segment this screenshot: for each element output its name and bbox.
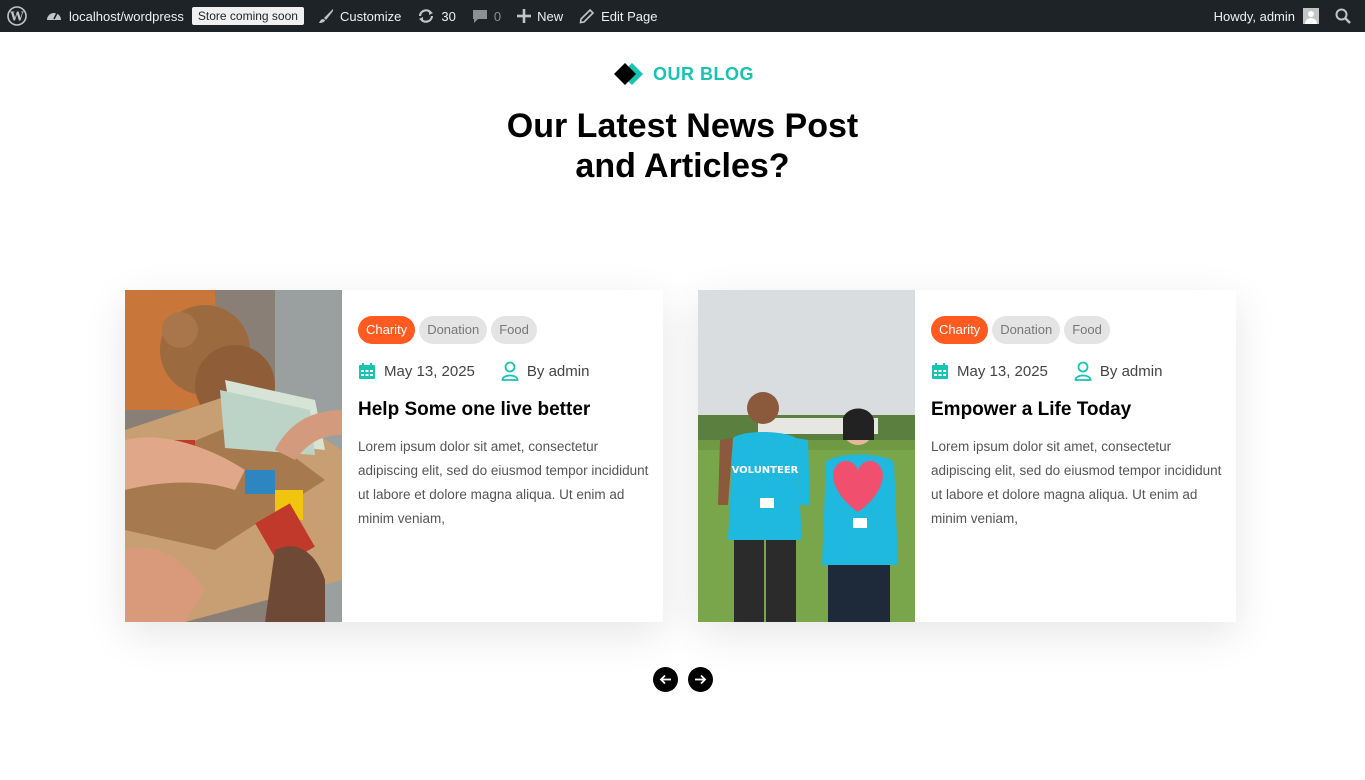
post-image-volunteers[interactable]: VOLUNTEER [698,290,915,622]
heading-line-2: and Articles? [575,147,790,185]
store-coming-soon-badge[interactable]: Store coming soon [191,7,304,25]
post-meta: May 13, 2025 By admin [358,361,650,381]
blog-card[interactable]: Charity Donation Food May 13, 2025 By ad… [125,290,663,622]
new-label: New [537,8,564,24]
arrow-left-icon [659,674,671,685]
post-date[interactable]: May 13, 2025 [358,362,475,380]
card-body: Charity Donation Food May 13, 2025 By ad… [342,290,666,622]
svg-text:W: W [9,10,24,24]
post-excerpt: Lorem ipsum dolor sit amet, consectetur … [931,439,1222,526]
next-button[interactable] [688,667,713,692]
calendar-icon [359,363,375,379]
comments-count: 0 [493,8,502,24]
customize-label: Customize [339,8,402,24]
updates-link[interactable]: 30 [409,0,463,32]
new-content-link[interactable]: New [509,0,571,32]
slider-nav [653,667,713,692]
avatar [1303,8,1319,24]
prev-button[interactable] [653,667,678,692]
comments-link[interactable]: 0 [464,0,509,32]
post-date-text: May 13, 2025 [384,362,475,380]
comment-icon [472,10,487,23]
post-excerpt: Lorem ipsum dolor sit amet, consectetur … [358,439,649,526]
site-name: localhost/wordpress [69,8,184,24]
wordpress-logo-button[interactable]: W [0,0,37,32]
post-author[interactable]: By admin [1074,361,1163,381]
edit-page-link[interactable]: Edit Page [571,0,665,32]
admin-search-button[interactable] [1327,0,1365,32]
post-date[interactable]: May 13, 2025 [931,362,1048,380]
updates-icon [419,9,434,23]
tag-food[interactable]: Food [1064,316,1110,344]
heading-line-1: Our Latest News Post [506,107,859,145]
post-author-text: By admin [1099,362,1163,380]
tag-list: Charity Donation Food [931,316,1223,344]
tag-charity[interactable]: Charity [931,316,989,344]
tag-charity[interactable]: Charity [358,316,416,344]
account-menu[interactable]: Howdy, admin [1206,0,1327,32]
tag-donation[interactable]: Donation [992,316,1061,344]
card-body: Charity Donation Food May 13, 2025 By ad… [915,290,1239,622]
user-icon [501,361,519,381]
post-title[interactable]: Empower a Life Today [931,399,1223,421]
tag-list: Charity Donation Food [358,316,650,344]
calendar-icon [932,363,948,379]
howdy-label: Howdy, admin [1213,8,1295,24]
dashboard-icon [47,12,61,20]
tag-food[interactable]: Food [491,316,537,344]
pencil-icon [579,8,595,24]
edit-page-label: Edit Page [601,8,658,24]
tag-donation[interactable]: Donation [419,316,488,344]
updates-count: 30 [441,8,456,24]
section-eyebrow: OUR BLOG [0,59,1365,89]
post-date-text: May 13, 2025 [957,362,1048,380]
site-name-link[interactable]: localhost/wordpress [37,0,192,32]
post-title[interactable]: Help Some one live better [358,399,650,421]
brush-icon [318,9,333,23]
diamond-logo-icon [614,63,643,85]
section-heading: Our Latest News Post and Articles? [0,106,1365,186]
post-meta: May 13, 2025 By admin [931,361,1223,381]
post-author-text: By admin [526,362,590,380]
user-icon [1074,361,1092,381]
arrow-right-icon [695,674,707,685]
post-author[interactable]: By admin [501,361,590,381]
plus-icon [517,9,532,23]
customize-link[interactable]: Customize [310,0,409,32]
admin-bar: W localhost/wordpress Store coming soon … [0,0,1365,32]
svg-text:VOLUNTEER: VOLUNTEER [732,465,799,476]
search-icon [1335,8,1351,24]
blog-card[interactable]: VOLUNTEER Charity Donation Food May 13, … [698,290,1236,622]
post-image-donation[interactable] [125,290,342,622]
eyebrow-label: OUR BLOG [653,63,754,84]
wordpress-icon: W [7,6,27,26]
